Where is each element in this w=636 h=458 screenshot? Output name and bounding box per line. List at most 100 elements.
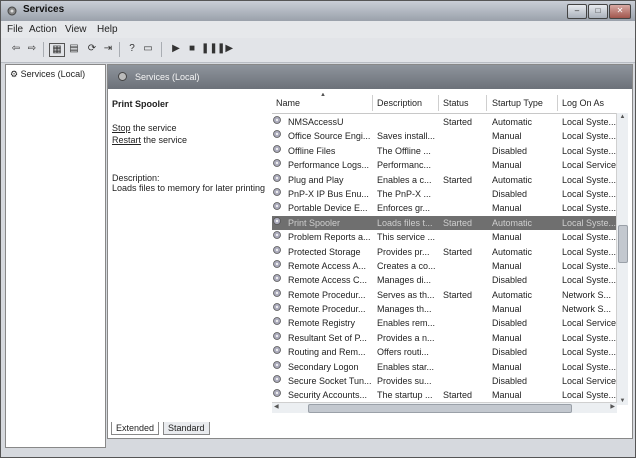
start-service-icon[interactable]: ▶ — [169, 43, 183, 55]
menu-view[interactable]: View — [65, 24, 87, 35]
toolbar: ⇦ ⇨ ▦ ▤ ⟳ ⇥ ? ▭ ▶ ■ ❚❚ ❚▶ — [1, 38, 635, 63]
service-description-cell: Manages th... — [377, 304, 432, 315]
stop-service-link[interactable]: Stop — [112, 123, 131, 133]
scroll-down-icon[interactable]: ▼ — [618, 398, 627, 404]
column-header-status[interactable]: Status — [443, 98, 469, 108]
service-row[interactable]: Secure Socket Tun... Provides su... Disabl… — [272, 374, 616, 388]
service-gear-icon — [273, 317, 281, 326]
service-log-on-as-cell: Network S... — [562, 304, 612, 315]
service-name-cell: NMSAccessU — [288, 117, 344, 127]
scroll-right-icon[interactable]: ▶ — [610, 403, 615, 410]
services-gear-icon — [7, 6, 17, 16]
service-row[interactable]: Problem Reports a... This service ... Manu… — [272, 230, 616, 244]
show-hide-action-pane-icon[interactable]: ▭ — [141, 43, 155, 55]
help-icon[interactable]: ? — [125, 43, 139, 55]
horizontal-scroll-thumb[interactable] — [308, 404, 572, 413]
service-row[interactable]: Remote Procedur... Manages th... Manual Net… — [272, 302, 616, 316]
service-name-cell: Offline Files — [288, 145, 336, 156]
restart-service-line: Restart the service — [112, 135, 188, 145]
service-name-cell: Office Source Engi... — [288, 131, 371, 142]
column-header-description[interactable]: Description — [377, 98, 422, 108]
service-description-cell: Creates a co... — [377, 260, 436, 271]
maximize-button[interactable]: □ — [588, 4, 608, 19]
service-startup-type-cell: Disabled — [492, 376, 528, 387]
menu-help[interactable]: Help — [97, 24, 118, 35]
service-log-on-as-cell: Local Syste... — [562, 275, 616, 286]
service-log-on-as-cell: Local Syste... — [562, 117, 616, 127]
service-row[interactable]: PnP-X IP Bus Enu... The PnP-X ... Disabled… — [272, 187, 616, 201]
column-divider[interactable] — [438, 95, 439, 111]
service-gear-icon — [273, 331, 281, 340]
service-name-cell: Remote Registry — [288, 318, 356, 329]
service-row[interactable]: Print Spooler Loads files t... Started Auto… — [272, 215, 616, 231]
menu-file[interactable]: File — [7, 24, 23, 35]
console-tree-icon[interactable]: ▦ — [49, 43, 65, 57]
stop-service-icon[interactable]: ■ — [185, 43, 199, 55]
column-divider[interactable] — [557, 95, 558, 111]
service-log-on-as-cell: Local Syste... — [562, 246, 616, 257]
service-row[interactable]: Protected Storage Provides pr... Started Au… — [272, 245, 616, 259]
tree-node-services-local[interactable]: ⚙ Services (Local) — [10, 69, 85, 80]
service-row[interactable]: Remote Access C... Manages di... Disabled L… — [272, 273, 616, 287]
properties-icon[interactable]: ▤ — [67, 43, 81, 55]
menu-action[interactable]: Action — [29, 24, 57, 35]
scroll-up-icon[interactable]: ▲ — [618, 114, 627, 120]
scroll-left-icon[interactable]: ◀ — [274, 403, 279, 410]
service-gear-icon — [273, 202, 281, 211]
service-row[interactable]: Offline Files The Offline ... Disabled Loca… — [272, 144, 616, 158]
service-gear-icon — [273, 216, 281, 225]
column-divider[interactable] — [372, 95, 373, 111]
service-row[interactable]: Performance Logs... Performanc... Manual Lo… — [272, 158, 616, 172]
export-list-icon[interactable]: ⇥ — [101, 43, 115, 55]
horizontal-scrollbar[interactable]: ◀ ▶ — [272, 402, 617, 413]
service-row[interactable]: Security Accounts... The startup ... Start… — [272, 388, 616, 402]
service-name-cell: Security Accounts... — [288, 390, 368, 401]
service-description-cell: The PnP-X ... — [377, 188, 432, 199]
restart-service-icon[interactable]: ❚▶ — [217, 43, 233, 55]
service-row[interactable]: Remote Access A... Creates a co... Manual L… — [272, 259, 616, 273]
service-startup-type-cell: Automatic — [492, 246, 533, 257]
services-gear-icon — [118, 72, 127, 81]
pause-service-icon[interactable]: ❚❚ — [201, 43, 218, 55]
minimize-button[interactable]: – — [567, 4, 587, 19]
service-row[interactable]: Office Source Engi... Saves install... Man… — [272, 129, 616, 143]
service-log-on-as-cell: Local Service — [562, 376, 616, 387]
service-row[interactable]: Routing and Rem... Offers routi... Disable… — [272, 345, 616, 359]
column-divider[interactable] — [486, 95, 487, 111]
service-gear-icon — [273, 245, 281, 254]
service-status-cell: Started — [443, 246, 473, 257]
column-header-name[interactable]: Name — [276, 98, 300, 108]
service-description-cell: Enables rem... — [377, 318, 436, 329]
sort-ascending-icon: ▲ — [320, 93, 326, 98]
refresh-icon[interactable]: ⟳ — [85, 43, 99, 55]
console-tree: ⚙ Services (Local) — [5, 64, 106, 448]
service-row[interactable]: Remote Registry Enables rem... Disabled Loc… — [272, 316, 616, 330]
service-row[interactable]: Remote Procedur... Serves as th... Started… — [272, 288, 616, 302]
service-log-on-as-cell: Local Syste... — [562, 361, 616, 372]
service-startup-type-cell: Automatic — [492, 289, 533, 300]
service-row[interactable]: Secondary Logon Enables star... Manual Loca… — [272, 360, 616, 374]
service-description-cell: Offers routi... — [377, 347, 429, 358]
service-description-cell: This service ... — [377, 232, 436, 243]
service-startup-type-cell: Manual — [492, 304, 522, 315]
service-row[interactable]: Plug and Play Enables a c... Started Automa… — [272, 173, 616, 187]
forward-arrow-icon[interactable]: ⇨ — [25, 43, 39, 55]
service-row[interactable]: NMSAccessU Started Automatic Local Syste... — [272, 115, 616, 129]
vertical-scrollbar[interactable]: ▲ ▼ — [616, 113, 628, 405]
vertical-scroll-thumb[interactable] — [618, 225, 628, 263]
restart-service-link[interactable]: Restart — [112, 135, 141, 145]
service-startup-type-cell: Disabled — [492, 318, 528, 329]
tab-standard[interactable]: Standard — [163, 422, 210, 435]
back-arrow-icon[interactable]: ⇦ — [9, 43, 23, 55]
column-header-log-on-as[interactable]: Log On As — [562, 98, 604, 108]
service-gear-icon — [273, 144, 281, 153]
service-name-cell: Portable Device E... — [288, 203, 368, 214]
service-row[interactable]: Resultant Set of P... Provides a n... Manu… — [272, 331, 616, 345]
service-name-cell: PnP-X IP Bus Enu... — [288, 188, 369, 199]
column-header-startup-type[interactable]: Startup Type — [492, 98, 543, 108]
service-row[interactable]: Portable Device E... Enforces gr... Manual… — [272, 201, 616, 215]
close-button[interactable]: ✕ — [609, 4, 631, 19]
service-gear-icon — [273, 159, 281, 168]
service-log-on-as-cell: Local Syste... — [562, 260, 616, 271]
tab-extended[interactable]: Extended — [111, 422, 160, 435]
